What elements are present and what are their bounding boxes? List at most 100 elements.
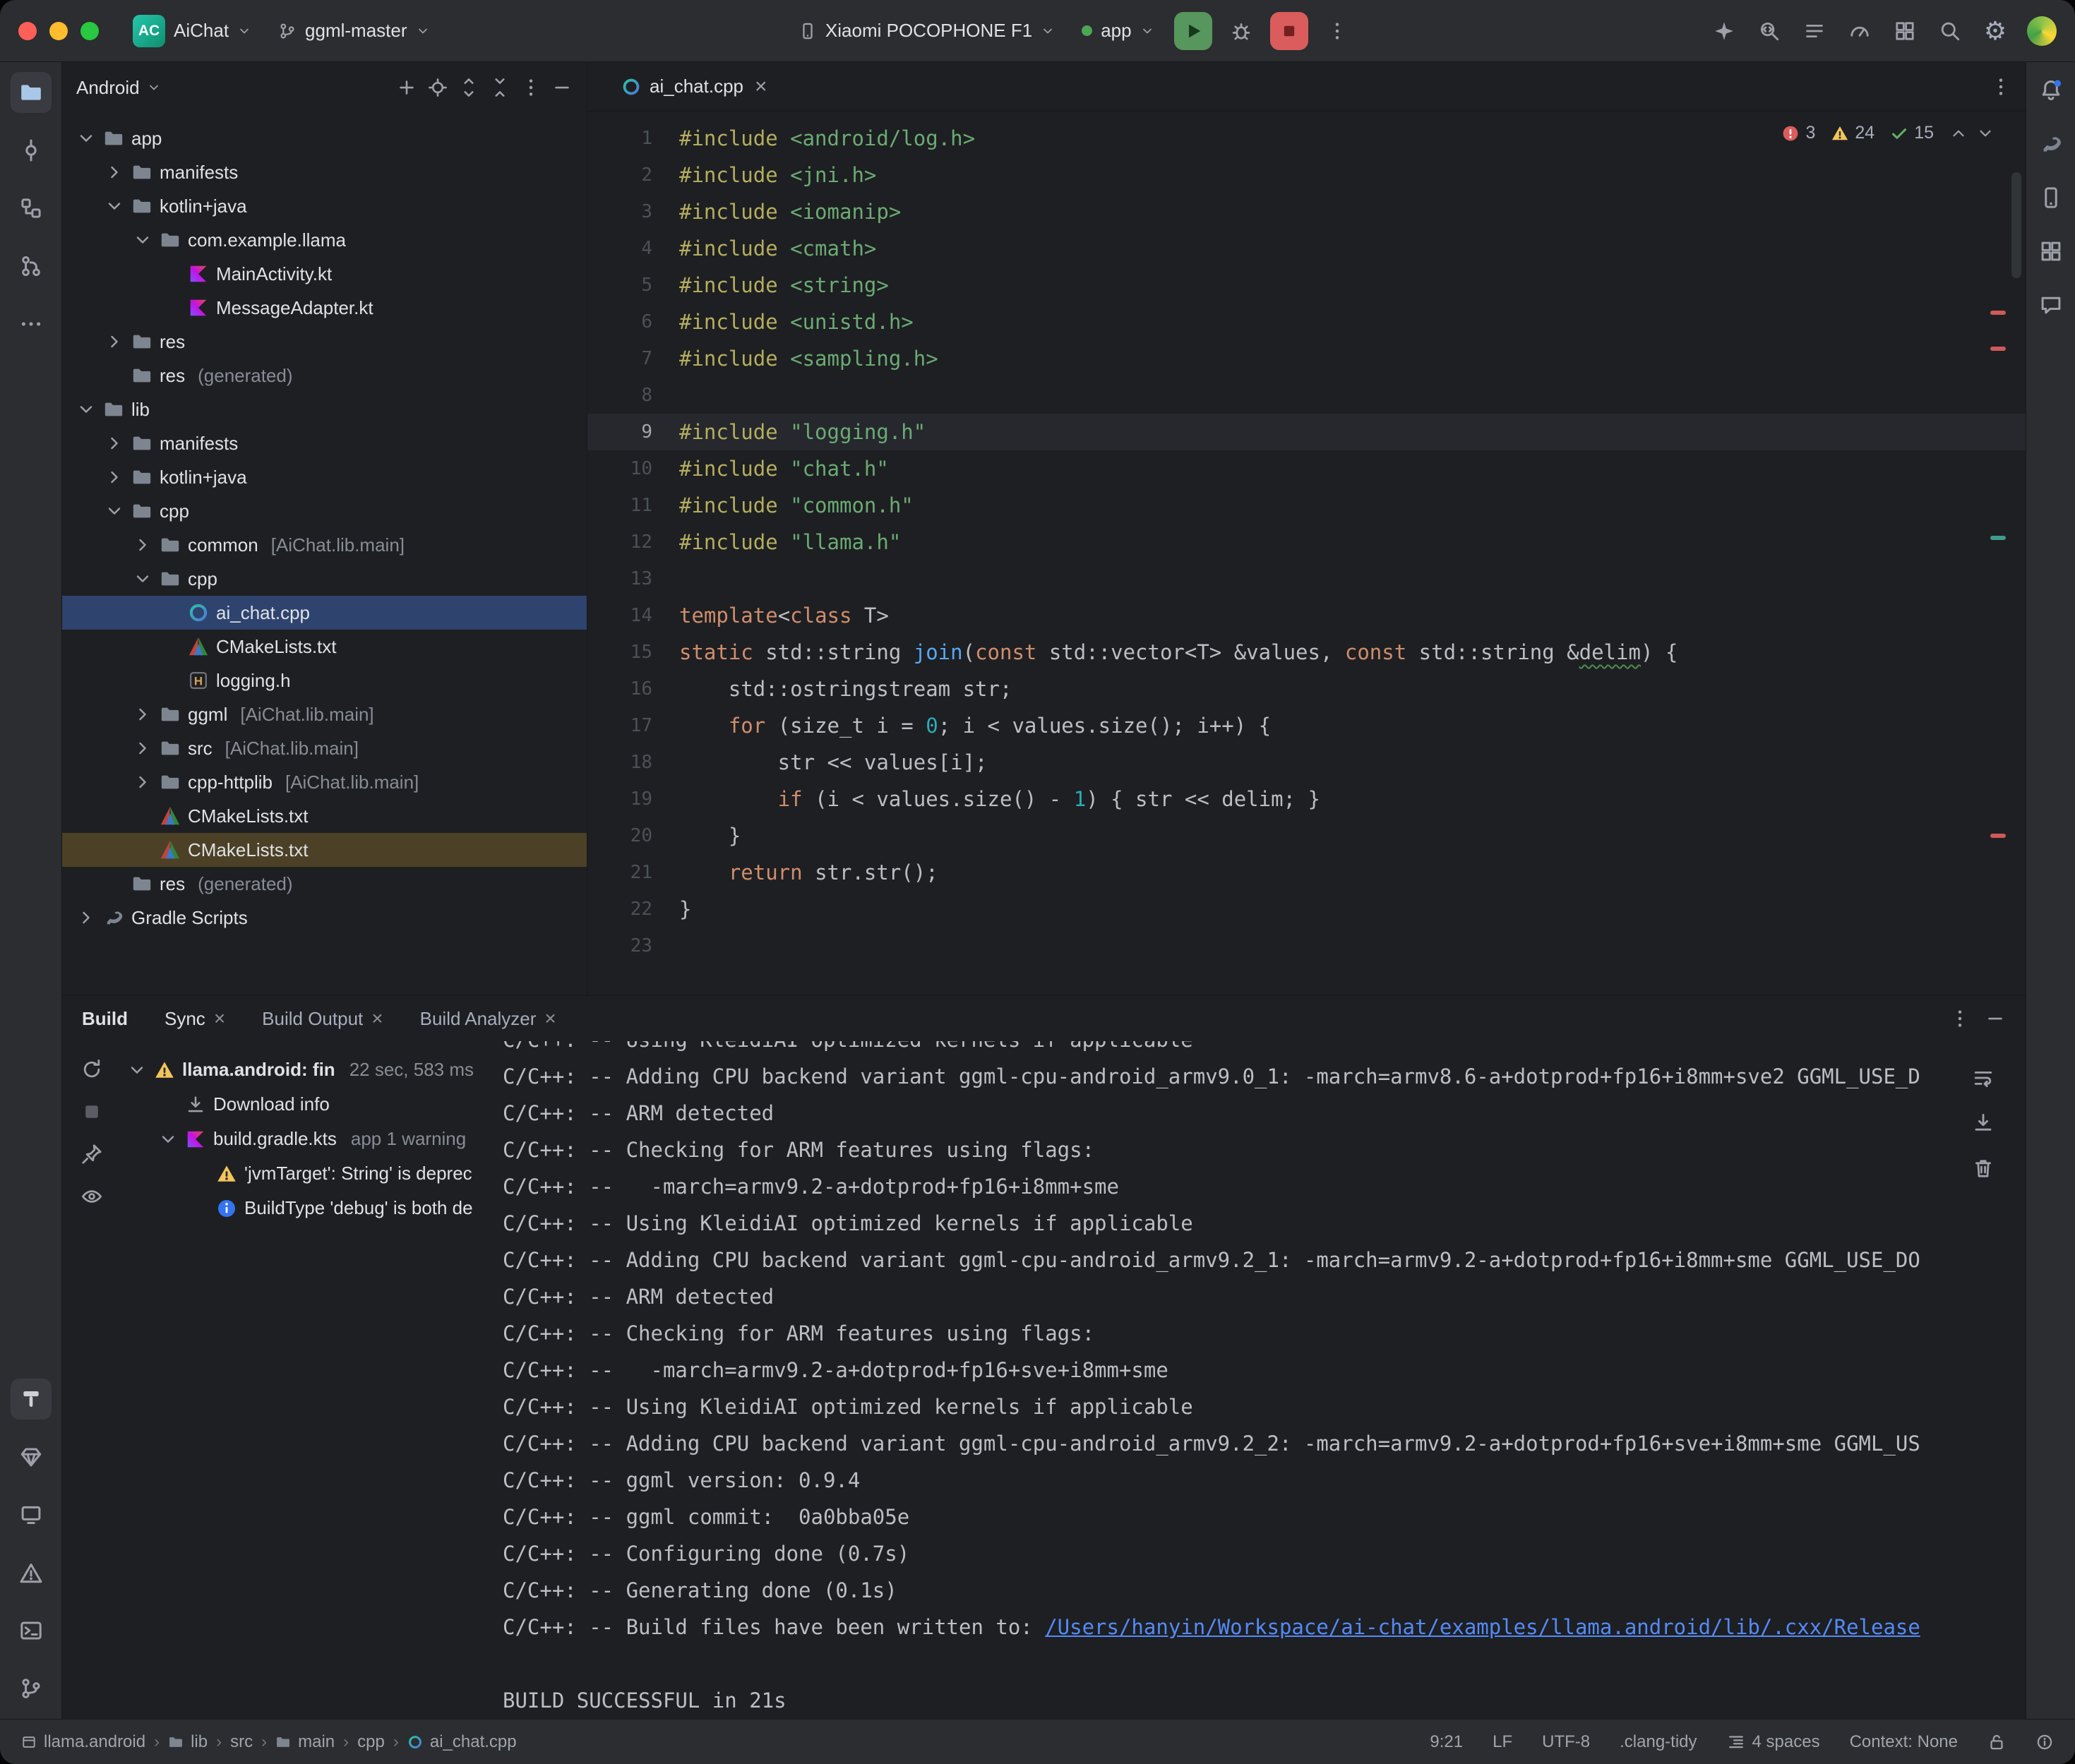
code-line[interactable]: 13 xyxy=(587,560,2026,597)
code-text: } xyxy=(679,824,741,848)
line-number: 8 xyxy=(587,385,679,406)
passed-count: 15 xyxy=(1914,123,1934,143)
console-line: C/C++: -- ARM detected xyxy=(503,1278,2026,1315)
line-number: 12 xyxy=(587,532,679,553)
code-text: } xyxy=(679,897,691,921)
console-line: C/C++: -- Using KleidiAI optimized kerne… xyxy=(503,1205,2026,1242)
code-line[interactable]: 4#include <cmath> xyxy=(587,230,2026,267)
error-stripe-mark[interactable] xyxy=(1990,834,2006,838)
console-line: C/C++: -- Checking for ARM features usin… xyxy=(503,1315,2026,1352)
editor-tab[interactable]: ai_chat.cpp × xyxy=(606,62,783,111)
code-text: #include "logging.h" xyxy=(679,420,926,444)
console-line: C/C++: -- Configuring done (0.7s) xyxy=(503,1535,2026,1572)
line-number: 18 xyxy=(587,752,679,773)
line-number: 17 xyxy=(587,715,679,736)
console-line: BUILD SUCCESSFUL in 21s xyxy=(503,1682,2026,1719)
error-count: 3 xyxy=(1805,123,1815,143)
code-text: #include <cmath> xyxy=(679,236,876,260)
code-line[interactable]: 17 for (size_t i = 0; i < values.size();… xyxy=(587,707,2026,744)
code-line[interactable]: 16 std::ostringstream str; xyxy=(587,671,2026,707)
code-line[interactable]: 6#include <unistd.h> xyxy=(587,304,2026,340)
code-line[interactable]: 15static std::string join(const std::vec… xyxy=(587,634,2026,671)
code-text: template<class T> xyxy=(679,604,889,628)
code-line[interactable]: 8 xyxy=(587,377,2026,414)
console-output: C/C++: -- Using KleidiAI optimized kerne… xyxy=(503,1041,2026,1719)
cpp-file-icon xyxy=(621,77,641,97)
code-line[interactable]: 22} xyxy=(587,891,2026,928)
code-line[interactable]: 2#include <jni.h> xyxy=(587,157,2026,193)
code-line[interactable]: 12#include "llama.h" xyxy=(587,524,2026,560)
console-line: C/C++: -- Adding CPU backend variant ggm… xyxy=(503,1242,2026,1278)
close-tab-icon[interactable]: × xyxy=(755,75,767,99)
code-line[interactable]: 14template<class T> xyxy=(587,597,2026,634)
line-number: 2 xyxy=(587,164,679,186)
console-line: C/C++: -- Build files have been written … xyxy=(503,1609,2026,1645)
line-number: 20 xyxy=(587,825,679,846)
line-number: 13 xyxy=(587,568,679,589)
line-number: 7 xyxy=(587,348,679,369)
code-line[interactable]: 20 } xyxy=(587,817,2026,854)
code-line[interactable]: 3#include <iomanip> xyxy=(587,193,2026,230)
line-number: 4 xyxy=(587,238,679,259)
console-line: C/C++: -- Generating done (0.1s) xyxy=(503,1572,2026,1609)
soft-wrap-icon[interactable] xyxy=(1972,1067,1995,1089)
code-line[interactable]: 9#include "logging.h" xyxy=(587,414,2026,450)
code-editor[interactable]: 1#include <android/log.h>2#include <jni.… xyxy=(587,112,2026,995)
change-stripe-mark[interactable] xyxy=(1990,536,2006,540)
line-number: 19 xyxy=(587,788,679,810)
code-line[interactable]: 21 return str.str(); xyxy=(587,854,2026,891)
code-text: std::ostringstream str; xyxy=(679,677,1012,701)
code-line[interactable]: 10#include "chat.h" xyxy=(587,450,2026,487)
editor-tab-bar: ai_chat.cpp × xyxy=(587,62,2026,112)
code-text: #include <iomanip> xyxy=(679,200,901,224)
code-line[interactable]: 18 str << values[i]; xyxy=(587,744,2026,781)
console-line: C/C++: -- ggml commit: 0a0bba05e xyxy=(503,1499,2026,1535)
clear-console-icon[interactable] xyxy=(1972,1157,1995,1180)
warning-icon xyxy=(1831,124,1849,143)
line-number: 3 xyxy=(587,201,679,222)
console-line: C/C++: -- Using KleidiAI optimized kerne… xyxy=(503,1041,2026,1058)
line-number: 6 xyxy=(587,311,679,332)
line-number: 9 xyxy=(587,421,679,443)
code-text: return str.str(); xyxy=(679,860,938,884)
code-text: #include <sampling.h> xyxy=(679,347,938,371)
code-line[interactable]: 5#include <string> xyxy=(587,267,2026,304)
code-lines: 1#include <android/log.h>2#include <jni.… xyxy=(587,120,2026,964)
code-line[interactable]: 11#include "common.h" xyxy=(587,487,2026,524)
inspections-widget[interactable]: 3 24 15 xyxy=(1781,123,1995,143)
code-text: #include "chat.h" xyxy=(679,457,889,481)
console-line: C/C++: -- Adding CPU backend variant ggm… xyxy=(503,1425,2026,1462)
error-icon xyxy=(1781,124,1800,143)
line-number: 21 xyxy=(587,862,679,883)
code-text: #include <string> xyxy=(679,273,889,297)
error-stripe-mark[interactable] xyxy=(1990,347,2006,351)
prev-problem-icon[interactable] xyxy=(1949,124,1968,143)
console-line: C/C++: -- Using KleidiAI optimized kerne… xyxy=(503,1388,2026,1425)
code-line[interactable]: 7#include <sampling.h> xyxy=(587,340,2026,377)
code-line[interactable]: 19 if (i < values.size() - 1) { str << d… xyxy=(587,781,2026,817)
console-file-link[interactable]: /Users/hanyin/Workspace/ai-chat/examples… xyxy=(1045,1615,1920,1639)
editor-tab-title: ai_chat.cpp xyxy=(650,76,743,97)
line-number: 1 xyxy=(587,128,679,149)
next-problem-icon[interactable] xyxy=(1976,124,1995,143)
editor-options-icon[interactable] xyxy=(1990,76,2011,97)
code-line[interactable]: 23 xyxy=(587,928,2026,964)
code-text: for (size_t i = 0; i < values.size(); i+… xyxy=(679,714,1271,738)
code-text: #include <unistd.h> xyxy=(679,310,914,334)
line-number: 23 xyxy=(587,935,679,956)
line-number: 14 xyxy=(587,605,679,626)
error-stripe-mark[interactable] xyxy=(1990,311,2006,315)
console-line: C/C++: -- Adding CPU backend variant ggm… xyxy=(503,1058,2026,1095)
code-text: #include <jni.h> xyxy=(679,163,876,187)
console-line: C/C++: -- Checking for ARM features usin… xyxy=(503,1132,2026,1168)
code-text: str << values[i]; xyxy=(679,750,988,774)
build-console[interactable]: C/C++: -- Using KleidiAI optimized kerne… xyxy=(503,1041,2026,1719)
line-number: 11 xyxy=(587,495,679,516)
scroll-to-end-icon[interactable] xyxy=(1972,1112,1995,1134)
line-number: 10 xyxy=(587,458,679,479)
console-line: C/C++: -- ggml version: 0.9.4 xyxy=(503,1462,2026,1499)
line-number: 5 xyxy=(587,275,679,296)
console-line xyxy=(503,1645,2026,1682)
code-text: if (i < values.size() - 1) { str << deli… xyxy=(679,787,1320,811)
editor-scrollbar[interactable] xyxy=(2011,172,2021,278)
